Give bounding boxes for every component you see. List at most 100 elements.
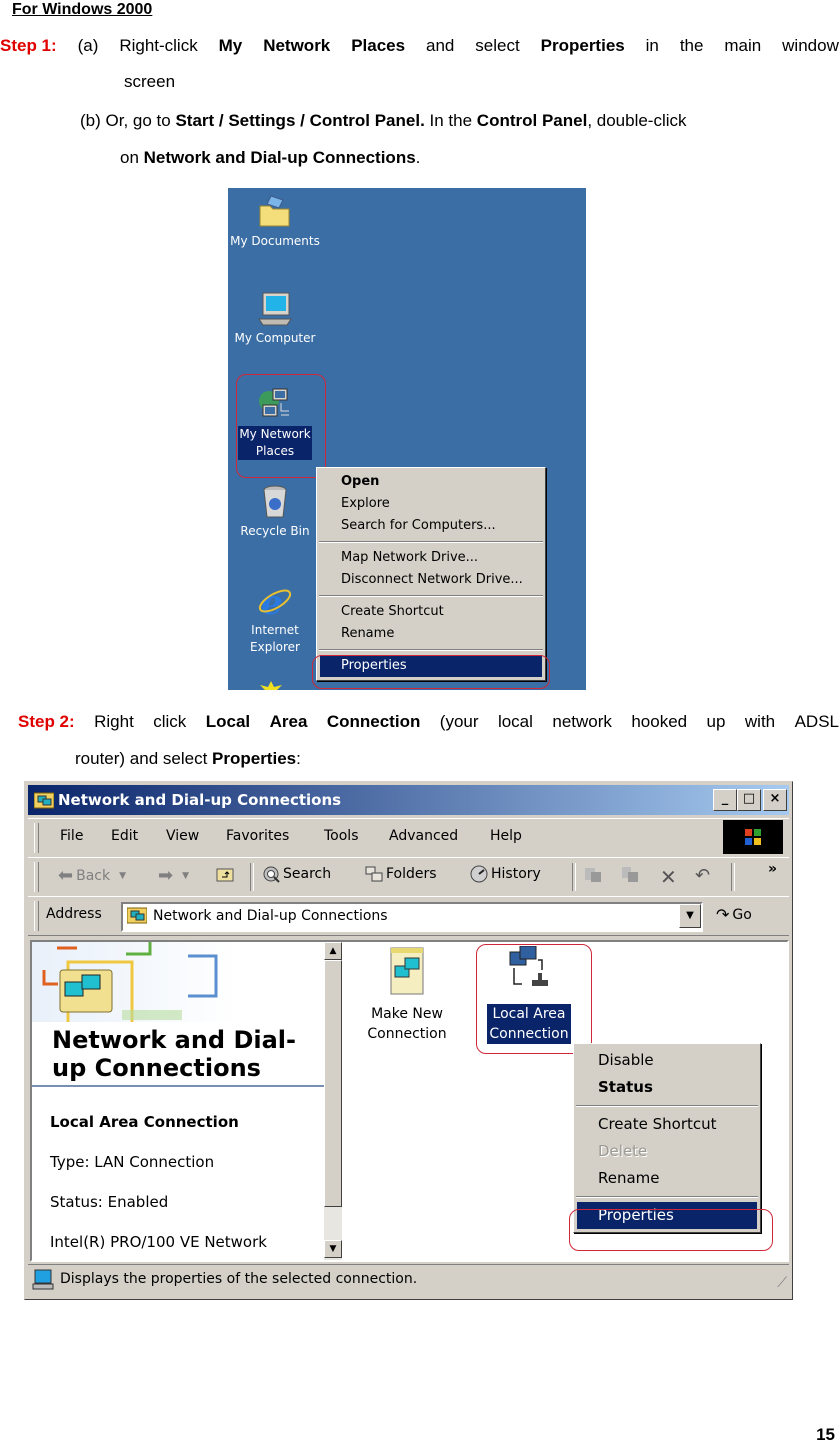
folders-button[interactable]: Folders	[365, 865, 437, 883]
bold-text: Start / Settings / Control Panel.	[175, 111, 425, 130]
pane-divider	[32, 1085, 324, 1087]
undo-button[interactable]: ↶	[695, 865, 710, 886]
web-view-pane: Network and Dial- up Connections Local A…	[32, 942, 324, 1260]
folders-label: Folders	[386, 866, 437, 882]
title-bar[interactable]: Network and Dial-up Connections _ □ ×	[28, 785, 789, 815]
copy-to-icon	[622, 867, 638, 882]
word: Places	[351, 36, 406, 55]
go-button[interactable]: ↷ Go	[716, 905, 752, 924]
partial-desktop-icon	[258, 680, 284, 690]
word: window	[782, 36, 839, 55]
resize-grip-icon[interactable]: ⟋	[777, 1275, 787, 1291]
address-dropdown-button[interactable]: ▼	[679, 904, 701, 928]
delete-x-icon: ✕	[660, 865, 677, 889]
my-computer-icon	[257, 291, 293, 327]
undo-icon: ↶	[695, 865, 711, 886]
word: Local	[205, 712, 251, 731]
word: the	[679, 36, 704, 55]
folders-icon	[365, 866, 383, 882]
word: with	[744, 712, 776, 731]
menu-item-open[interactable]: Open	[317, 471, 545, 493]
item-label-line: Connection	[367, 1026, 447, 1042]
forward-button[interactable]: ➡ ▼	[158, 865, 189, 886]
highlight-circle	[476, 944, 592, 1054]
history-button[interactable]: History	[470, 865, 541, 883]
menu-separator	[319, 595, 543, 597]
network-folder-large-icon	[59, 969, 113, 1013]
close-button[interactable]: ×	[763, 789, 787, 811]
menu-item-rename[interactable]: Rename	[317, 623, 545, 645]
toolbar-grip[interactable]	[34, 901, 39, 931]
history-label: History	[491, 866, 541, 882]
menu-item-map-network-drive[interactable]: Map Network Drive...	[317, 547, 545, 569]
menu-advanced[interactable]: Advanced	[389, 828, 458, 844]
word: local	[497, 712, 533, 731]
back-label: Back	[76, 867, 111, 884]
delete-button[interactable]: ✕	[660, 865, 677, 889]
menu-bar: File Edit View Favorites Tools Advanced …	[28, 818, 789, 858]
address-input[interactable]: Network and Dial-up Connections ▼	[121, 902, 703, 932]
menu-item-disconnect-network-drive[interactable]: Disconnect Network Drive...	[317, 569, 545, 591]
desktop-icon-internet-explorer[interactable]: e Internet Explorer	[228, 583, 325, 656]
word: Network	[263, 36, 331, 55]
word: Properties	[540, 36, 625, 55]
pane-title-line: up Connections	[52, 1054, 261, 1082]
address-label: Address	[46, 906, 102, 922]
step2-line-cont: router) and select Properties:	[75, 749, 301, 769]
scroll-down-button[interactable]: ▼	[324, 1240, 342, 1258]
toolbar-overflow-button[interactable]: »	[768, 861, 777, 877]
step1-line-a: Step 1: (a) Right-click My Network Place…	[0, 36, 839, 56]
menu-item-rename[interactable]: Rename	[574, 1165, 760, 1192]
menu-view[interactable]: View	[166, 828, 199, 844]
internet-explorer-icon: e	[257, 583, 293, 623]
menu-file[interactable]: File	[60, 828, 83, 844]
desktop-icon-my-computer[interactable]: My Computer	[228, 291, 325, 347]
text: (b) Or, go to	[80, 111, 176, 130]
pane-title-line: Network and Dial-	[52, 1026, 296, 1054]
step1-a-prefix: (a)	[77, 36, 99, 55]
icon-label: Recycle Bin	[240, 524, 310, 538]
menu-separator	[576, 1105, 758, 1107]
status-bar: Displays the properties of the selected …	[28, 1264, 789, 1295]
maximize-button[interactable]: □	[737, 789, 761, 811]
search-button[interactable]: Search	[262, 865, 331, 883]
menu-edit[interactable]: Edit	[111, 828, 138, 844]
up-folder-button[interactable]	[216, 865, 234, 883]
menu-separator	[319, 649, 543, 651]
toolbar-separator	[572, 863, 576, 891]
my-documents-icon	[257, 194, 293, 230]
scroll-thumb[interactable]	[324, 960, 342, 1207]
desktop-icon-my-documents[interactable]: My Documents	[228, 194, 325, 250]
recycle-bin-icon	[257, 484, 293, 520]
toolbar-grip[interactable]	[34, 862, 39, 892]
text: :	[296, 749, 301, 768]
menu-help[interactable]: Help	[490, 828, 522, 844]
minimize-button[interactable]: _	[713, 789, 737, 811]
step2-label: Step 2:	[18, 712, 75, 731]
copy-to-button[interactable]	[621, 865, 639, 883]
search-label: Search	[283, 866, 332, 882]
desktop-context-menu: Open Explore Search for Computers... Map…	[316, 467, 546, 681]
menu-item-create-shortcut[interactable]: Create Shortcut	[317, 601, 545, 623]
label-line: Explorer	[250, 640, 300, 654]
window-title: Network and Dial-up Connections	[58, 791, 342, 809]
toolbar-separator	[250, 863, 254, 891]
desktop-icon-recycle-bin[interactable]: Recycle Bin	[228, 484, 325, 540]
menu-item-disable[interactable]: Disable	[574, 1047, 760, 1074]
toolbar-grip[interactable]	[34, 823, 39, 853]
word: up	[706, 712, 726, 731]
menu-tools[interactable]: Tools	[324, 828, 359, 844]
windows-logo-icon	[723, 820, 783, 854]
menu-item-search-for-computers[interactable]: Search for Computers...	[317, 515, 545, 537]
menu-item-create-shortcut[interactable]: Create Shortcut	[574, 1111, 760, 1138]
item-make-new-connection[interactable]: Make New Connection	[362, 946, 452, 1044]
menu-item-explore[interactable]: Explore	[317, 493, 545, 515]
dropdown-arrow-icon: ▼	[119, 870, 127, 881]
menu-favorites[interactable]: Favorites	[226, 828, 289, 844]
move-to-button[interactable]	[584, 865, 602, 883]
banner-graphic	[42, 942, 218, 1028]
back-button[interactable]: ⬅ Back ▼	[58, 865, 126, 886]
menu-item-status[interactable]: Status	[574, 1074, 760, 1101]
vertical-scrollbar[interactable]: ▲ ▼	[324, 942, 342, 1260]
scroll-up-button[interactable]: ▲	[324, 942, 342, 960]
